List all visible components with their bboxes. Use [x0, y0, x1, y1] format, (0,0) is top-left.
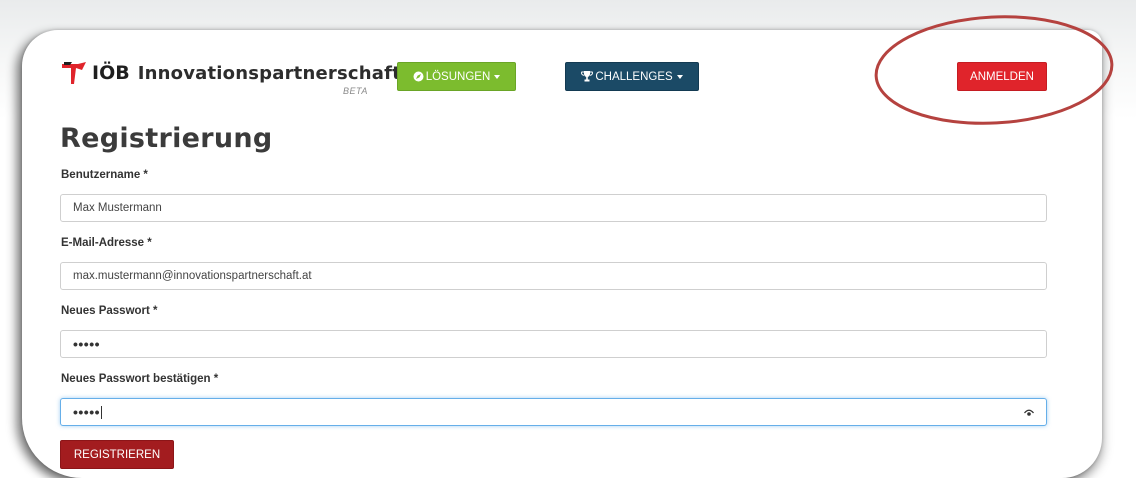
username-value: Max Mustermann [73, 202, 162, 214]
register-button[interactable]: REGISTRIEREN [60, 440, 174, 469]
page-bottom [0, 478, 1136, 492]
challenges-dropdown-button[interactable]: CHALLENGES [565, 62, 699, 91]
password-field[interactable]: ••••• [60, 330, 1047, 358]
email-field[interactable]: max.mustermann@innovationspartnerschaft.… [60, 262, 1047, 290]
email-value: max.mustermann@innovationspartnerschaft.… [73, 270, 312, 282]
chevron-down-icon [676, 75, 683, 79]
email-label: E-Mail-Adresse * [61, 237, 152, 249]
loesungen-label: LÖSUNGEN [425, 70, 491, 83]
text-cursor [101, 405, 103, 419]
password-confirm-value: ••••• [73, 404, 101, 420]
site-logo[interactable]: IÖB Innovationspartnerschaft [62, 62, 401, 84]
eye-icon[interactable] [1023, 408, 1035, 420]
username-field[interactable]: Max Mustermann [60, 194, 1047, 222]
logo-brand: IÖB [92, 62, 130, 84]
password-confirm-label: Neues Passwort bestätigen * [61, 373, 219, 385]
challenges-label: CHALLENGES [595, 70, 673, 83]
compass-icon [413, 71, 424, 82]
chevron-down-icon [494, 75, 501, 79]
username-label: Benutzername * [61, 169, 148, 181]
screenshot-stage: IÖB Innovationspartnerschaft BETA LÖSUNG… [0, 0, 1136, 492]
password-label: Neues Passwort * [61, 305, 158, 317]
beta-tag: BETA [343, 86, 368, 96]
page-title: Registrierung [60, 123, 273, 154]
logo-flag-icon [62, 62, 86, 84]
loesungen-dropdown-button[interactable]: LÖSUNGEN [397, 62, 516, 91]
trophy-icon [581, 71, 594, 82]
logo-name: Innovationspartnerschaft [137, 62, 401, 84]
password-confirm-field[interactable]: ••••• [60, 398, 1047, 426]
anmelden-button[interactable]: ANMELDEN [957, 62, 1047, 91]
password-value: ••••• [73, 336, 101, 352]
